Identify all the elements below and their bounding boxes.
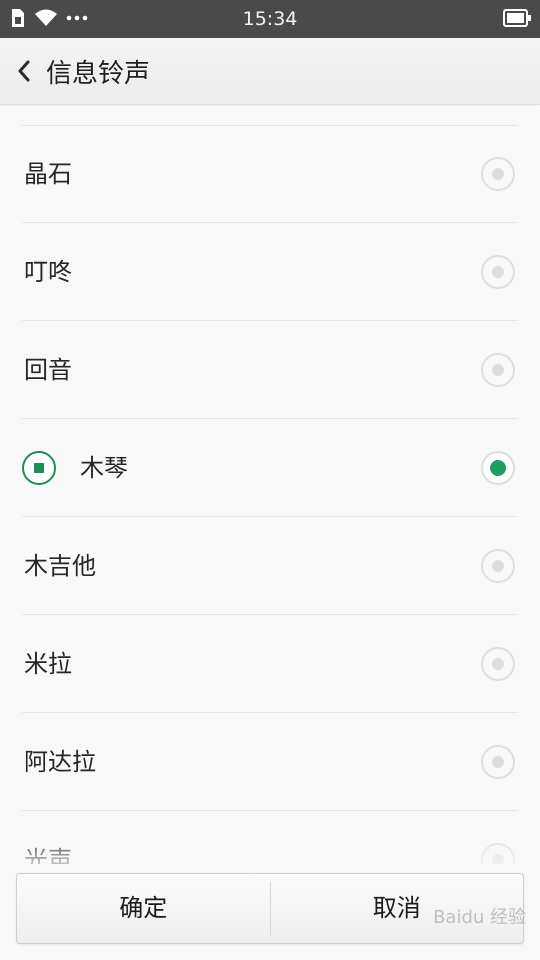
- list-divider: [22, 516, 518, 517]
- list-divider: [22, 614, 518, 615]
- radio-dot: [492, 364, 504, 376]
- ringtone-label: 叮咚: [24, 258, 72, 286]
- list-divider: [22, 222, 518, 223]
- ringtone-item[interactable]: 木吉他: [0, 518, 540, 615]
- ringtone-item[interactable]: 阿达拉: [0, 714, 540, 811]
- page-title: 信息铃声: [46, 59, 151, 89]
- radio-dot: [490, 460, 506, 476]
- ringtone-item[interactable]: 米拉: [0, 616, 540, 713]
- back-button[interactable]: [12, 56, 36, 86]
- battery-icon: [503, 9, 531, 31]
- ringtone-label: 木琴: [80, 454, 128, 482]
- ringtone-item[interactable]: 叮咚: [0, 224, 540, 321]
- radio-selected[interactable]: [481, 451, 515, 485]
- list-divider: [22, 418, 518, 419]
- radio-dot: [492, 168, 504, 180]
- radio-unselected[interactable]: [481, 157, 515, 191]
- radio-unselected[interactable]: [481, 843, 515, 864]
- radio-dot: [492, 756, 504, 768]
- radio-dot: [492, 266, 504, 278]
- radio-unselected[interactable]: [481, 549, 515, 583]
- ringtone-label: 阿达拉: [24, 748, 96, 776]
- ringtone-label: 晶石: [24, 160, 72, 188]
- ringtone-item[interactable]: 光声: [0, 812, 540, 864]
- ringtone-item[interactable]: 木琴: [0, 420, 540, 517]
- radio-dot: [492, 658, 504, 670]
- screen: 15:34 信息铃声 晶石 叮咚 回音 木琴 木吉他 米拉 阿达拉 光声 确定 取消 Baid…: [0, 0, 540, 960]
- ringtone-label: 光声: [24, 846, 72, 864]
- radio-dot: [492, 560, 504, 572]
- list-divider: [22, 810, 518, 811]
- ringtone-label: 米拉: [24, 650, 72, 678]
- title-bar: 信息铃声: [0, 38, 540, 105]
- chevron-left-icon: [12, 60, 36, 90]
- status-time: 15:34: [242, 8, 298, 30]
- ringtone-label: 木吉他: [24, 552, 96, 580]
- ringtone-item[interactable]: 回音: [0, 322, 540, 419]
- stop-square-icon: [34, 463, 44, 473]
- radio-unselected[interactable]: [481, 647, 515, 681]
- radio-unselected[interactable]: [481, 255, 515, 289]
- list-divider: [22, 320, 518, 321]
- stop-preview-icon[interactable]: [22, 451, 56, 485]
- ringtone-list: 晶石叮咚回音木琴木吉他米拉阿达拉光声: [0, 104, 540, 864]
- ringtone-item[interactable]: 晶石: [0, 126, 540, 223]
- radio-unselected[interactable]: [481, 353, 515, 387]
- radio-dot: [492, 854, 504, 864]
- confirm-button[interactable]: 确定: [17, 874, 270, 943]
- ringtone-label: 回音: [24, 356, 72, 384]
- radio-unselected[interactable]: [481, 745, 515, 779]
- list-divider: [22, 712, 518, 713]
- status-bar: 15:34: [0, 0, 540, 38]
- watermark-logo: Baidu 经验: [433, 907, 526, 928]
